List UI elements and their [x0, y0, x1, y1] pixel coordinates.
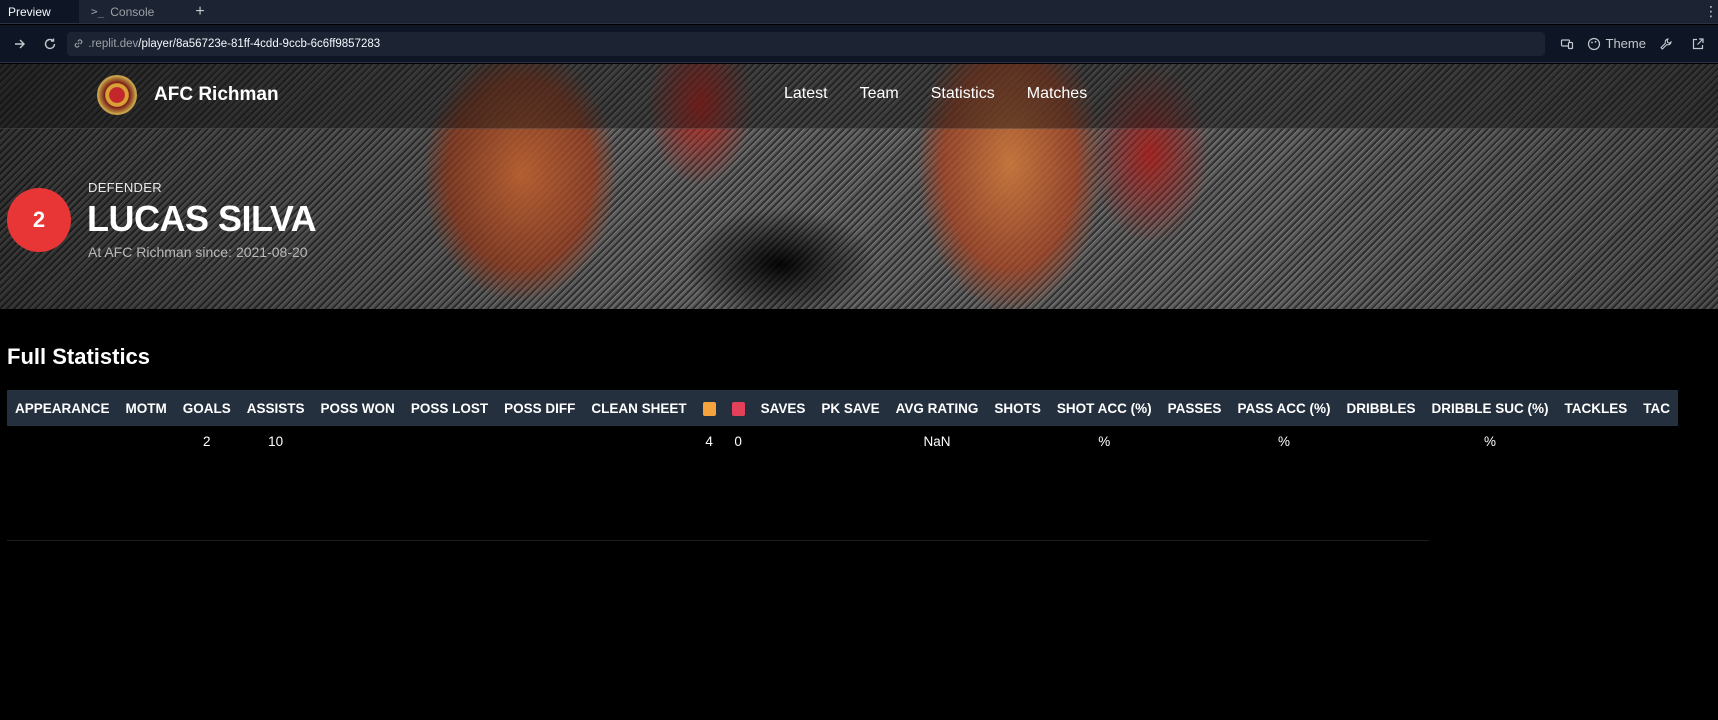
brand-name[interactable]: AFC Richman [154, 84, 279, 106]
col-tackles[interactable]: TACKLES [1556, 390, 1635, 426]
stats-table: APPEARANCE MOTM GOALS ASSISTS POSS WON P… [7, 390, 1678, 456]
since-label: At AFC Richman since: [88, 244, 232, 260]
cell-avg-rating: NaN [923, 433, 951, 449]
tab-console[interactable]: >_ Console [79, 0, 186, 23]
url-path: /player/8a56723e-81ff-4cdd-9ccb-6c6ff985… [138, 37, 381, 50]
tabbar-spacer [214, 0, 1704, 23]
page-viewport: AFC Richman Latest Team Statistics Match… [0, 64, 1718, 720]
col-passes[interactable]: PASSES [1160, 390, 1230, 426]
console-icon: >_ [91, 5, 105, 18]
club-logo[interactable] [97, 75, 137, 115]
player-since: At AFC Richman since: 2021-08-20 [88, 244, 308, 260]
link-icon [75, 39, 83, 48]
cell-dribble-suc: % [1483, 433, 1496, 449]
cell-goals: 2 [203, 433, 211, 449]
theme-button[interactable]: Theme [1587, 36, 1646, 51]
red-card-icon [731, 401, 745, 416]
tab-preview-label: Preview [8, 4, 51, 19]
cell-poss-diff [496, 426, 583, 456]
col-motm[interactable]: MOTM [118, 390, 175, 426]
col-saves[interactable]: SAVES [753, 390, 814, 426]
section-title: Full Statistics [7, 344, 151, 369]
cell-motm [118, 426, 175, 456]
devices-icon[interactable] [1555, 32, 1579, 56]
col-poss-won[interactable]: POSS WON [313, 390, 403, 426]
cell-shot-acc: % [1098, 433, 1111, 449]
cell-tackles [1556, 426, 1635, 456]
cell-passes [1160, 426, 1230, 456]
col-dribbles[interactable]: DRIBBLES [1338, 390, 1423, 426]
player-position: DEFENDER [88, 180, 162, 195]
col-shots[interactable]: SHOTS [986, 390, 1049, 426]
theme-label: Theme [1605, 36, 1646, 51]
player-name: LUCAS SILVA [87, 198, 317, 239]
col-avg-rating[interactable]: AVG RATING [888, 390, 987, 426]
col-pk-save[interactable]: PK SAVE [813, 390, 887, 426]
col-tac-truncated[interactable]: TAC [1635, 390, 1678, 426]
stats-header-row: APPEARANCE MOTM GOALS ASSISTS POSS WON P… [7, 390, 1678, 426]
cell-shots [986, 426, 1049, 456]
add-tab-button[interactable]: + [186, 0, 214, 23]
table-divider [7, 540, 1429, 541]
col-poss-diff[interactable]: POSS DIFF [496, 390, 583, 426]
since-date: 2021-08-20 [235, 244, 308, 260]
browser-tabbar: Preview >_ Console + ⋮ [0, 0, 1718, 24]
site-navbar: AFC Richman Latest Team Statistics Match… [0, 64, 1718, 129]
cell-clean-sheet [583, 426, 694, 456]
tab-preview[interactable]: Preview [0, 0, 79, 23]
cell-poss-lost [403, 426, 496, 456]
palette-icon [1587, 37, 1600, 50]
hero-banner: AFC Richman Latest Team Statistics Match… [0, 64, 1718, 309]
url-host: .replit.dev [88, 37, 139, 50]
cell-pk-save [813, 426, 887, 456]
col-dribble-suc[interactable]: DRIBBLE SUC (%) [1423, 390, 1556, 426]
col-clean-sheet[interactable]: CLEAN SHEET [583, 390, 694, 426]
shirt-number-badge: 2 [7, 188, 71, 252]
col-shot-acc[interactable]: SHOT ACC (%) [1049, 390, 1160, 426]
cell-yellow-cards: 4 [705, 433, 713, 449]
col-goals[interactable]: GOALS [175, 390, 239, 426]
reload-icon[interactable] [38, 32, 62, 56]
stats-table-container[interactable]: APPEARANCE MOTM GOALS ASSISTS POSS WON P… [7, 390, 1718, 456]
cell-assists: 10 [268, 433, 284, 449]
yellow-card-icon [702, 401, 716, 416]
urlbar-actions: Theme [1555, 32, 1710, 56]
col-appearance[interactable]: APPEARANCE [7, 390, 118, 426]
nav-team[interactable]: Team [860, 85, 899, 103]
cell-dribbles [1338, 426, 1423, 456]
col-red-card[interactable] [724, 390, 753, 426]
col-assists[interactable]: ASSISTS [239, 390, 313, 426]
cell-poss-won [313, 426, 403, 456]
nav-matches[interactable]: Matches [1027, 85, 1087, 103]
url-field[interactable]: .replit.dev/player/8a56723e-81ff-4cdd-9c… [67, 31, 1545, 56]
cell-pass-acc: % [1277, 433, 1290, 449]
tab-console-label: Console [110, 4, 155, 19]
forward-icon[interactable] [8, 32, 32, 56]
cell-saves [753, 426, 814, 456]
col-yellow-card[interactable] [695, 390, 724, 426]
cell-tac-truncated [1635, 426, 1678, 456]
cell-appearance [7, 426, 118, 456]
more-options-icon[interactable]: ⋮ [1704, 0, 1718, 23]
nav-statistics[interactable]: Statistics [931, 85, 995, 103]
wrench-icon[interactable] [1654, 32, 1678, 56]
table-row: 2 10 4 0 NaN % % % [7, 426, 1678, 456]
open-external-icon[interactable] [1686, 32, 1710, 56]
col-pass-acc[interactable]: PASS ACC (%) [1229, 390, 1338, 426]
nav-latest[interactable]: Latest [784, 85, 828, 103]
main-nav: Latest Team Statistics Matches [784, 85, 1087, 103]
cell-red-cards: 0 [734, 433, 742, 449]
col-poss-lost[interactable]: POSS LOST [403, 390, 496, 426]
browser-urlbar: .replit.dev/player/8a56723e-81ff-4cdd-9c… [0, 25, 1718, 63]
